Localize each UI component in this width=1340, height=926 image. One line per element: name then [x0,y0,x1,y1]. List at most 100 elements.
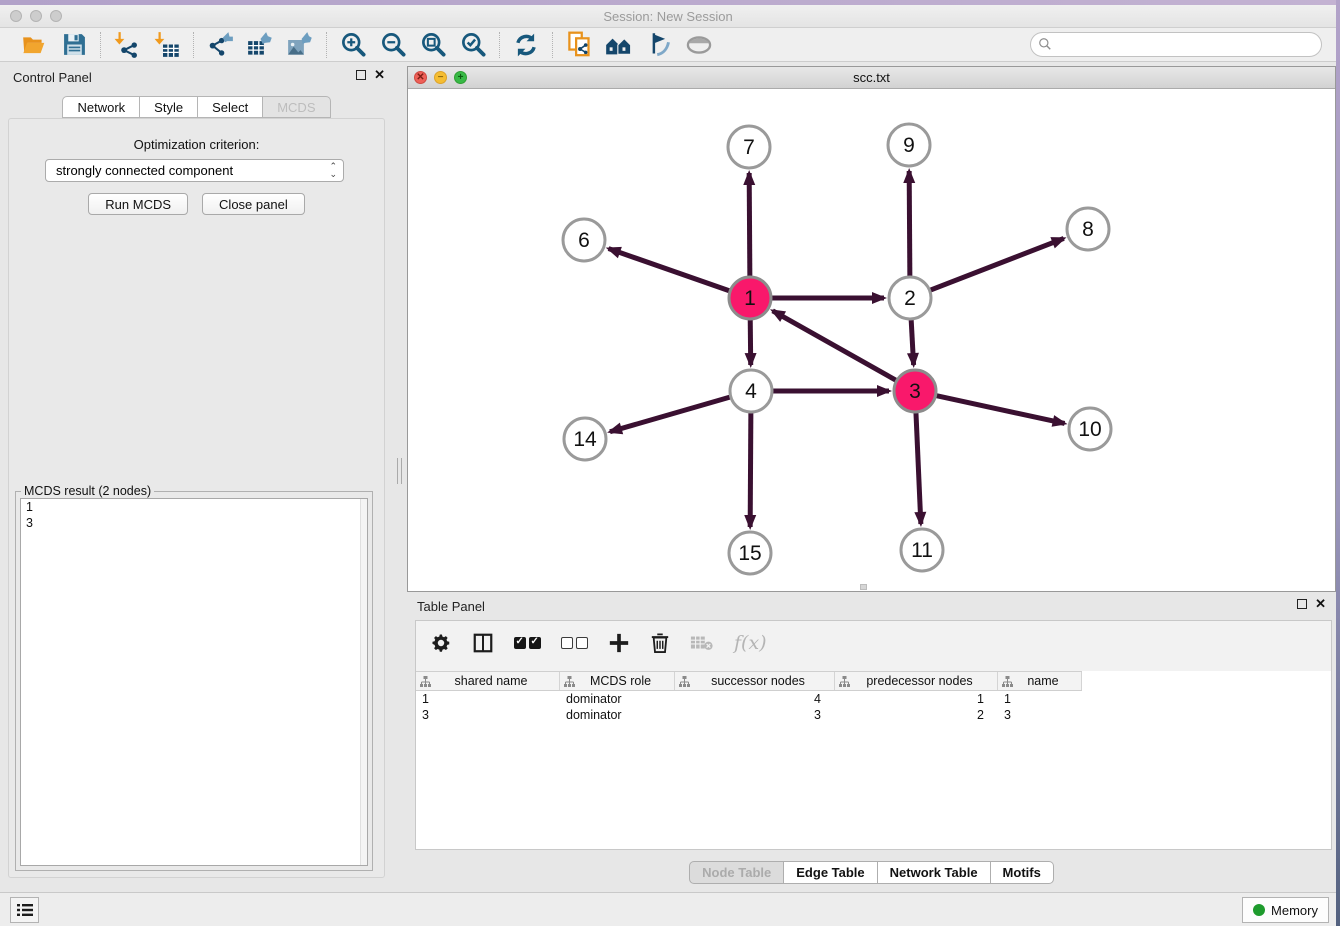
close-panel-icon[interactable]: ✕ [1315,599,1326,609]
graph-node-label: 3 [909,380,921,403]
column-header-name[interactable]: name [998,672,1082,690]
attribute-type-icon [564,676,575,687]
column-icon[interactable] [472,630,494,656]
table-cell[interactable]: 1 [416,691,560,707]
graph-edge-2-8[interactable] [931,238,1064,290]
memory-button[interactable]: Memory [1242,897,1329,923]
table-cell[interactable]: 4 [675,691,835,707]
status-bar: Memory [0,892,1336,926]
delete-icon[interactable] [650,630,670,656]
tab-edge-table[interactable]: Edge Table [784,861,877,884]
control-panel: Control Panel ✕ NetworkStyleSelectMCDS O… [0,62,393,892]
delete-table-icon [690,630,714,656]
result-scrollbar[interactable] [360,499,367,865]
network-window-titlebar[interactable]: ✕ − + scc.txt [408,67,1335,89]
save-session-icon[interactable] [60,31,88,59]
search-input[interactable] [1030,32,1322,57]
table-cell[interactable]: dominator [560,691,675,707]
panel-splitter[interactable] [393,62,407,892]
column-header-label: name [1013,674,1081,688]
refresh-icon[interactable] [512,31,540,59]
export-table-icon[interactable] [246,31,274,59]
table-panel: Table Panel ✕ [407,592,1336,892]
table-cell[interactable]: 3 [416,707,560,723]
graph-edge-3-11[interactable] [916,413,921,524]
open-file-icon[interactable] [20,31,48,59]
attribute-type-icon [679,676,690,687]
attribute-type-icon [839,676,850,687]
import-network-icon[interactable] [113,31,141,59]
graph-node-label: 15 [738,542,761,565]
mcds-result-line: 3 [21,515,367,531]
deselect-all-icon[interactable] [561,630,588,656]
table-cell[interactable]: dominator [560,707,675,723]
column-header-successor-nodes[interactable]: successor nodes [675,672,835,690]
column-header-predecessor-nodes[interactable]: predecessor nodes [835,672,998,690]
add-icon[interactable] [608,630,630,656]
gear-icon[interactable] [430,630,452,656]
mcds-panel: Optimization criterion: strongly connect… [8,118,385,878]
tab-style[interactable]: Style [140,96,198,118]
graph-edge-2-9[interactable] [909,171,910,276]
table-header-row: shared name MCDS rolesuccessor nodesprede… [416,671,1082,691]
table-row[interactable]: 3dominator323 [416,707,1082,723]
tab-network-table[interactable]: Network Table [878,861,991,884]
task-history-button[interactable] [10,897,39,923]
window-resize-grip[interactable] [860,584,867,590]
app-titlebar[interactable]: Session: New Session [0,5,1336,28]
select-all-icon[interactable] [514,630,541,656]
mcds-result-text[interactable]: 13 [20,498,368,866]
attribute-type-icon [420,676,431,687]
zoom-out-icon[interactable] [379,31,407,59]
graph-edge-4-15[interactable] [750,413,751,527]
graph-edge-4-14[interactable] [610,397,730,432]
graphics-details-icon[interactable] [645,31,673,59]
import-table-icon[interactable] [153,31,181,59]
zoom-in-icon[interactable] [339,31,367,59]
graph-edge-1-6[interactable] [609,249,730,291]
table-row[interactable]: 1dominator411 [416,691,1082,707]
export-network-icon[interactable] [206,31,234,59]
tab-mcds[interactable]: MCDS [263,96,330,118]
search-field[interactable] [1030,32,1322,57]
tab-motifs[interactable]: Motifs [991,861,1054,884]
node-table-container: f(x) shared nameMCDS rolesuccessor nodes… [415,620,1332,850]
column-header-shared-name[interactable]: shared name [416,672,560,690]
run-mcds-button[interactable]: Run MCDS [88,193,188,215]
graph-edge-1-7[interactable] [749,173,750,276]
close-panel-icon[interactable]: ✕ [374,70,385,80]
home-icon[interactable] [605,31,633,59]
table-panel-tabs: Node TableEdge TableNetwork TableMotifs [407,861,1336,884]
table-cell[interactable]: 3 [998,707,1082,723]
optimization-criterion-select[interactable]: strongly connected component ⌃⌄ [45,159,344,182]
table-cell[interactable]: 2 [835,707,998,723]
network-canvas[interactable]: 7968124314101511 [408,89,1335,591]
graph-edge-3-10[interactable] [936,396,1064,424]
zoom-selected-icon[interactable] [459,31,487,59]
tab-network[interactable]: Network [62,96,140,118]
float-panel-icon[interactable] [356,70,366,80]
column-header-MCDS-role[interactable]: MCDS role [560,672,675,690]
float-panel-icon[interactable] [1297,599,1307,609]
table-cell[interactable]: 1 [998,691,1082,707]
graph-node-label: 1 [744,287,756,310]
graph-node-label: 14 [573,428,597,451]
table-cell[interactable]: 3 [675,707,835,723]
tab-node-table[interactable]: Node Table [689,861,784,884]
control-panel-tabs: NetworkStyleSelectMCDS [0,96,393,118]
close-panel-button[interactable]: Close panel [202,193,305,215]
table-cell[interactable]: 1 [835,691,998,707]
chevron-up-down-icon: ⌃⌄ [329,162,337,178]
export-image-icon[interactable] [286,31,314,59]
splitter-grip[interactable] [397,458,402,484]
eye-icon[interactable] [685,31,713,59]
control-panel-title: Control Panel [13,70,92,85]
graph-edge-3-1[interactable] [773,311,896,380]
column-header-label: MCDS role [575,674,674,688]
mcds-result-title: MCDS result (2 nodes) [21,484,154,498]
memory-label: Memory [1271,903,1318,918]
zoom-fit-icon[interactable] [419,31,447,59]
graph-edge-2-3[interactable] [911,320,913,365]
tab-select[interactable]: Select [198,96,263,118]
copy-network-icon[interactable] [565,31,593,59]
